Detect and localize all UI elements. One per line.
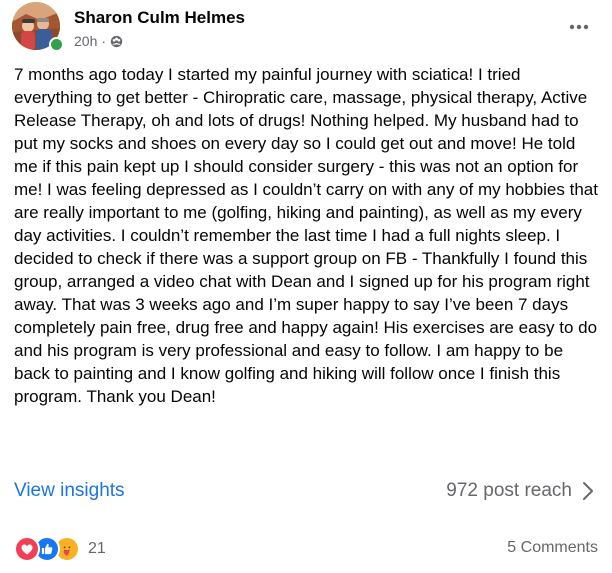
reaction-count: 21 [88,540,106,557]
insights-bar: View insights 972 post reach [14,478,602,508]
post-reach[interactable]: 972 post reach [446,480,594,502]
post-meta: 20h · [74,32,123,50]
post-header: Sharon Culm Helmes 20h · [12,2,602,54]
group-audience-icon[interactable] [110,35,123,48]
comments-count-link[interactable]: 5 Comments [507,539,598,557]
meta-separator: · [101,33,107,49]
author-name[interactable]: Sharon Culm Helmes [74,8,245,28]
post-footer: 21 5 Comments [14,536,602,562]
online-status-dot [49,37,64,52]
post-reach-label: 972 post reach [446,480,572,501]
love-reaction-icon [14,536,40,562]
avatar-container[interactable] [12,2,64,54]
more-horizontal-icon [569,24,589,30]
more-options-button[interactable] [564,12,594,42]
reactions-summary[interactable]: 21 [14,536,106,562]
post-text: 7 months ago today I started my painful … [14,65,598,406]
post-timestamp[interactable]: 20h [74,33,97,49]
view-insights-link[interactable]: View insights [14,480,125,502]
chevron-right-icon [583,482,593,500]
